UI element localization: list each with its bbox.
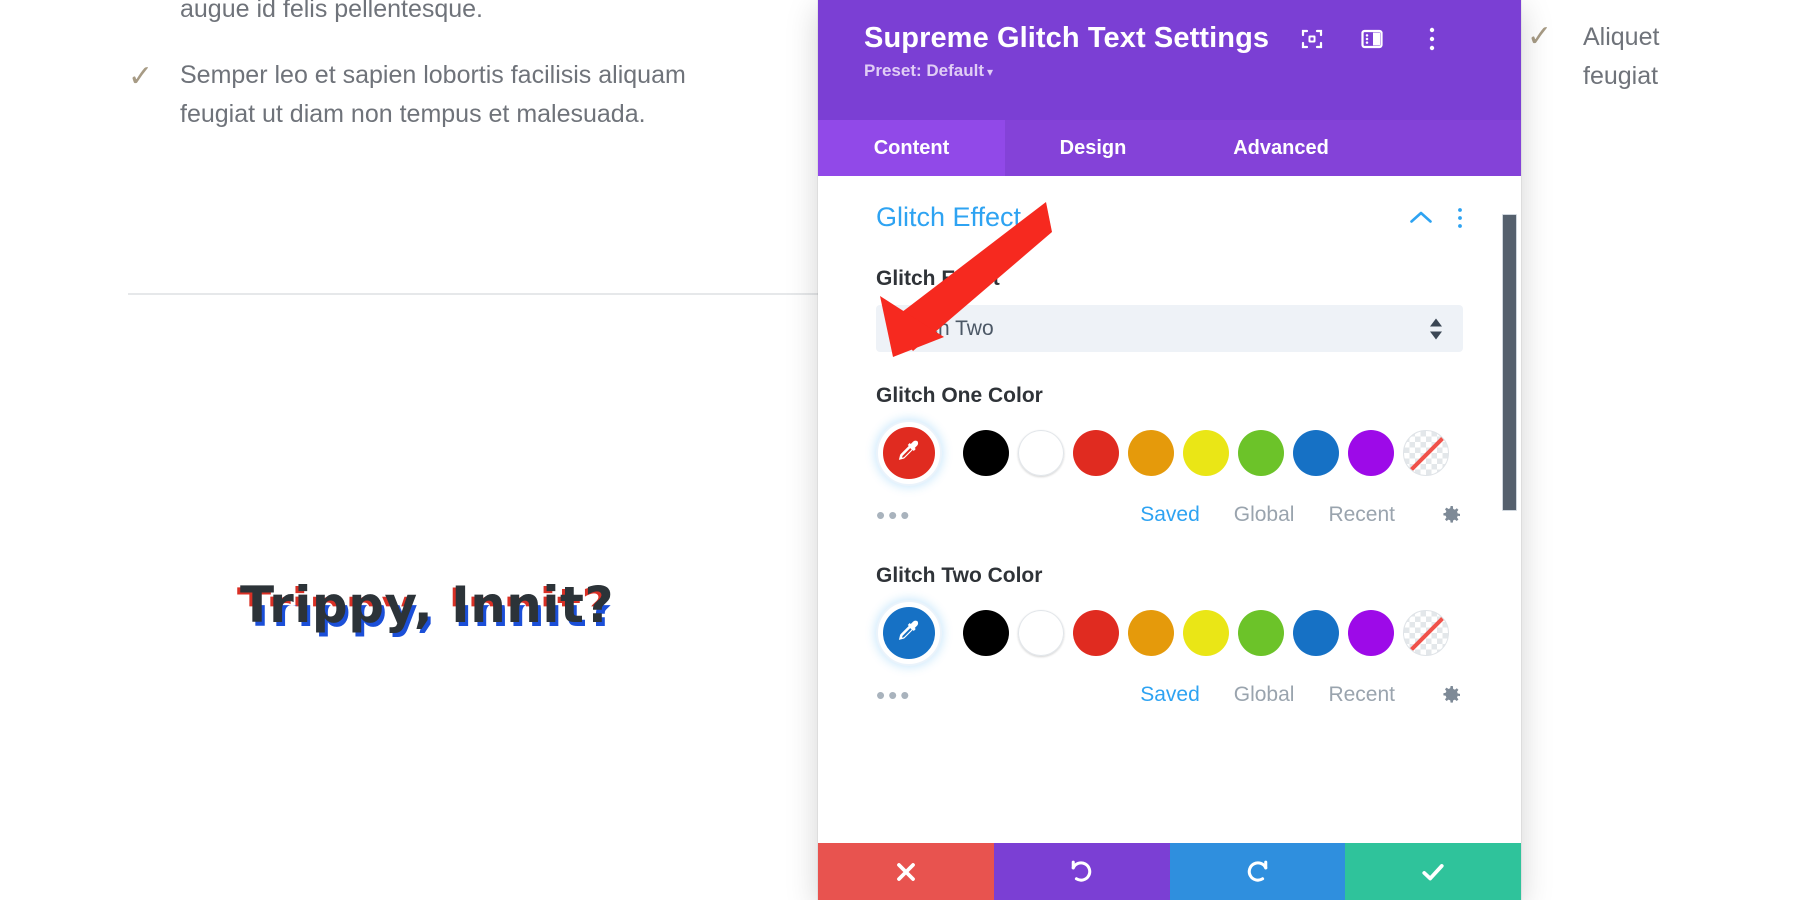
modal-scrollbar-thumb[interactable] <box>1502 214 1517 511</box>
color-swatch-red[interactable] <box>1073 610 1119 656</box>
tab-content[interactable]: Content <box>818 120 1005 176</box>
tab-design[interactable]: Design <box>1005 120 1181 176</box>
list-item-text-line-2: feugiat <box>1583 61 1659 90</box>
eyedropper-icon[interactable] <box>878 602 940 664</box>
color-swatch-black[interactable] <box>963 430 1009 476</box>
color-swatch-black[interactable] <box>963 610 1009 656</box>
color-swatch-blue[interactable] <box>1293 430 1339 476</box>
field-label: Glitch One Color <box>876 384 1043 407</box>
checkmark-icon <box>1419 858 1447 886</box>
color-swatch-row-one <box>876 422 1463 484</box>
color-swatch-none[interactable] <box>1403 610 1449 656</box>
cancel-button[interactable] <box>818 843 994 900</box>
color-swatch-yellow[interactable] <box>1183 430 1229 476</box>
list-item: ✓ augue id felis pellentesque. <box>128 0 748 30</box>
section-title: Glitch Effect <box>876 202 1022 232</box>
eyedropper-icon[interactable] <box>878 422 940 484</box>
field-label: Glitch Effect <box>876 267 1000 290</box>
palette-tab-global[interactable]: Global <box>1234 683 1295 707</box>
color-swatch-green[interactable] <box>1238 430 1284 476</box>
panel-layout-icon[interactable] <box>1359 26 1385 52</box>
palette-footer-two: ••• Saved Global Recent <box>876 682 1463 708</box>
kebab-menu-icon[interactable] <box>1457 207 1463 229</box>
preset-label: Preset: Default <box>864 61 984 80</box>
modal-title: Supreme Glitch Text Settings <box>864 22 1270 54</box>
color-swatch-purple[interactable] <box>1348 430 1394 476</box>
redo-button[interactable] <box>1169 843 1346 900</box>
color-swatch-yellow[interactable] <box>1183 610 1229 656</box>
palette-tab-recent[interactable]: Recent <box>1328 503 1395 527</box>
color-swatch-purple[interactable] <box>1348 610 1394 656</box>
list-item: ✓ Aliquet feugiat <box>1527 0 1800 96</box>
check-icon: ✓ <box>1527 20 1553 53</box>
color-swatch-white[interactable] <box>1018 610 1064 656</box>
undo-button[interactable] <box>993 843 1170 900</box>
list-item: ✓ Semper leo et sapien lobortis facilisi… <box>128 56 748 134</box>
color-swatch-white[interactable] <box>1018 430 1064 476</box>
save-button[interactable] <box>1345 843 1521 900</box>
color-swatch-blue[interactable] <box>1293 610 1339 656</box>
color-swatch-row-two <box>876 602 1463 664</box>
field-label: Glitch Two Color <box>876 564 1043 587</box>
palette-tab-saved[interactable]: Saved <box>1140 503 1200 527</box>
field-glitch-one-color: Glitch One Color ••• Saved Global Recent <box>876 384 1463 528</box>
palette-footer-one: ••• Saved Global Recent <box>876 502 1463 528</box>
modal-header: Supreme Glitch Text Settings Preset: Def… <box>818 0 1521 120</box>
more-dots-icon[interactable]: ••• <box>876 502 956 528</box>
feature-bullet-list: ✓ augue id felis pellentesque. ✓ Semper … <box>128 0 748 160</box>
chevron-updown-icon <box>1429 318 1443 339</box>
glitch-layer-main: Trippy, Innit? <box>240 576 614 634</box>
redo-icon <box>1243 858 1271 886</box>
select-value: Glitch Two <box>896 316 994 340</box>
color-swatch-orange[interactable] <box>1128 430 1174 476</box>
palette-tab-saved[interactable]: Saved <box>1140 683 1200 707</box>
more-dots-icon[interactable]: ••• <box>876 682 956 708</box>
list-item-text: Semper leo et sapien lobortis facilisis … <box>180 61 686 129</box>
check-icon: ✓ <box>128 60 154 94</box>
chevron-down-icon: ▾ <box>986 65 994 79</box>
kebab-menu-icon[interactable] <box>1419 26 1445 52</box>
tab-advanced[interactable]: Advanced <box>1181 120 1381 176</box>
modal-footer <box>818 843 1521 900</box>
field-glitch-effect: Glitch Effect Glitch Two <box>876 267 1463 352</box>
glitch-headline: Trippy, Innit? Trippy, Innit? Trippy, In… <box>237 576 616 648</box>
section-header-glitch-effect: Glitch Effect <box>876 176 1463 237</box>
modal-body: Glitch Effect Glitch Effect Glitch Two G… <box>818 176 1521 843</box>
preset-selector[interactable]: Preset: Default ▾ <box>818 55 1521 81</box>
palette-tab-global[interactable]: Global <box>1234 503 1295 527</box>
page-left-column: ✓ augue id felis pellentesque. ✓ Semper … <box>0 0 818 900</box>
module-settings-modal: Supreme Glitch Text Settings Preset: Def… <box>818 0 1521 900</box>
section-divider <box>128 293 818 295</box>
list-item-text: augue id felis pellentesque. <box>180 0 484 23</box>
color-swatch-green[interactable] <box>1238 610 1284 656</box>
gear-icon[interactable] <box>1439 683 1463 707</box>
color-swatch-none[interactable] <box>1403 430 1449 476</box>
modal-tab-bar: Content Design Advanced <box>818 120 1521 176</box>
chevron-up-icon[interactable] <box>1409 210 1433 226</box>
list-item-text-line-1: Aliquet <box>1583 23 1660 51</box>
screen-root: ✓ augue id felis pellentesque. ✓ Semper … <box>0 0 1800 900</box>
modal-header-icons <box>1299 26 1445 52</box>
undo-icon <box>1068 858 1096 886</box>
color-swatch-red[interactable] <box>1073 430 1119 476</box>
close-icon <box>893 859 919 885</box>
glitch-effect-select[interactable]: Glitch Two <box>876 305 1463 352</box>
gear-icon[interactable] <box>1439 503 1463 527</box>
palette-tab-recent[interactable]: Recent <box>1328 683 1395 707</box>
focus-target-icon[interactable] <box>1299 26 1325 52</box>
color-swatch-orange[interactable] <box>1128 610 1174 656</box>
field-glitch-two-color: Glitch Two Color ••• Saved Global Recent <box>876 564 1463 708</box>
page-right-column: ✓ Aliquet feugiat <box>1527 0 1800 900</box>
